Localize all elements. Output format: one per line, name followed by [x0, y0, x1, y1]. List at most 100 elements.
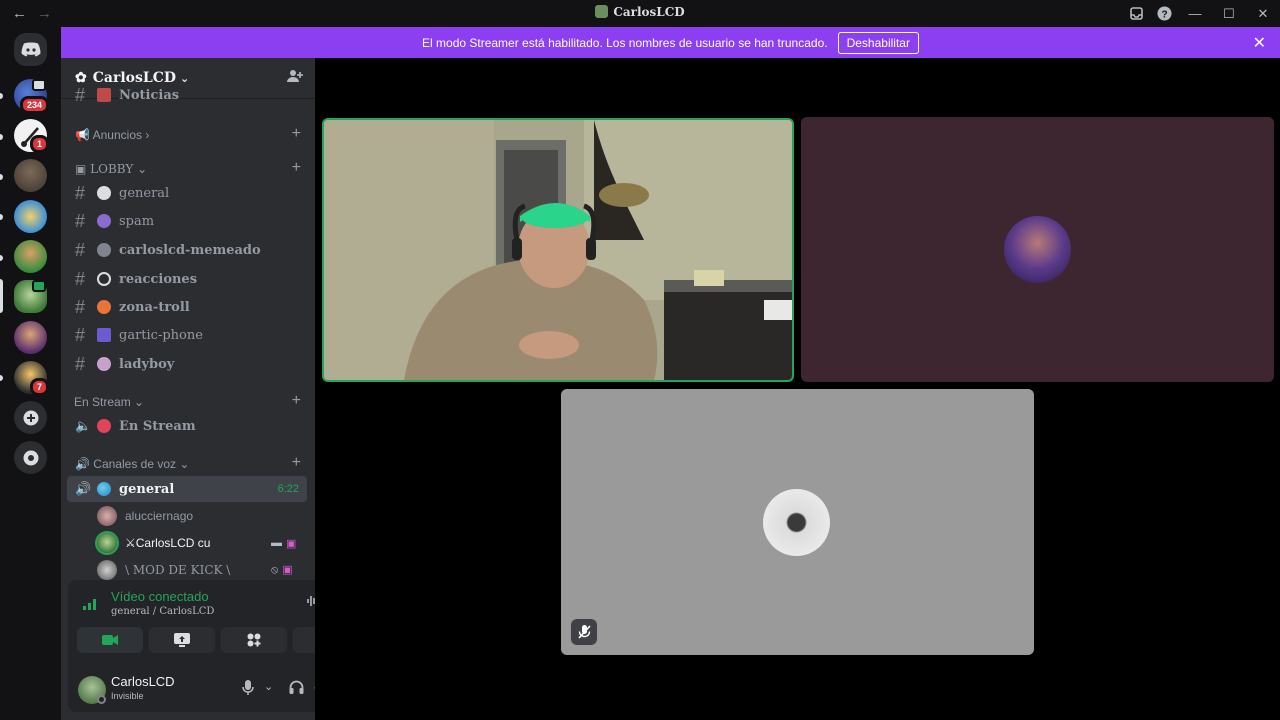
unread-pill	[0, 375, 3, 381]
camera-tile[interactable]	[322, 118, 794, 382]
voice-channel-general[interactable]: 🔊 general 6:22	[67, 476, 307, 502]
server-name: CarlosLCD	[92, 70, 176, 86]
phone-icon	[97, 328, 111, 342]
window-title: CarlosLCD	[0, 5, 1280, 19]
channel-reacciones[interactable]: # reacciones	[67, 266, 307, 292]
mention-badge: 234	[20, 96, 50, 114]
camera-toggle-button[interactable]	[77, 627, 143, 653]
channel-carloslcd-memeado[interactable]: # carloslcd-memeado	[67, 237, 307, 263]
help-icon[interactable]: ?	[1150, 0, 1178, 27]
inbox-icon[interactable]	[1122, 0, 1150, 27]
home-button[interactable]	[14, 33, 47, 66]
unread-pill	[0, 134, 3, 140]
invite-people-icon[interactable]	[287, 69, 303, 87]
channel-gartic-phone[interactable]: # gartic-phone	[67, 322, 307, 348]
webcam-feed	[324, 120, 792, 380]
connection-location[interactable]: general / CarlosLCD	[111, 606, 214, 617]
muted-mic-icon[interactable]	[571, 619, 597, 645]
gear-icon: ✿	[75, 70, 87, 86]
category-canales-de-voz[interactable]: 🔊 Canales de voz ⌄	[75, 457, 189, 471]
discover-button[interactable]	[14, 441, 47, 474]
disable-streamer-button[interactable]: Deshabilitar	[837, 31, 919, 54]
channel-spam[interactable]: # spam	[67, 208, 307, 234]
voice-user[interactable]: \ MOD DE KICK \ ⦸ ▣	[97, 558, 293, 582]
chevron-right-icon: ›	[145, 128, 150, 142]
svg-text:?: ?	[1161, 10, 1167, 21]
nitro-icon: ▣	[282, 563, 293, 576]
add-channel-icon[interactable]: +	[292, 159, 301, 177]
hash-icon: #	[75, 182, 86, 203]
chevron-down-icon[interactable]: ⌄	[264, 680, 273, 693]
close-window-icon[interactable]: ✕	[1246, 0, 1280, 27]
username[interactable]: CarlosLCD	[111, 674, 175, 689]
compass-icon	[23, 450, 38, 465]
nitro-icon: ▣	[286, 537, 297, 550]
wizard-icon	[97, 214, 111, 228]
soundboard-button[interactable]	[293, 627, 315, 653]
discord-logo-icon	[21, 42, 40, 57]
channel-sidebar: ✿ CarlosLCD ⌄ # Noticias 📢 Anuncios › + …	[61, 58, 315, 720]
selected-pill	[0, 279, 3, 313]
participant-tile[interactable]	[801, 117, 1274, 382]
close-icon[interactable]: ✕	[1253, 33, 1266, 53]
category-lobby[interactable]: ▣ LOBBY ⌄	[75, 162, 147, 176]
avatar	[97, 506, 117, 526]
voice-user[interactable]: alucciernago	[97, 504, 193, 528]
hash-icon: #	[75, 324, 86, 345]
hash-icon: #	[75, 210, 86, 231]
channel-general[interactable]: # general	[67, 180, 307, 206]
connection-status[interactable]: Vídeo conectado	[111, 589, 209, 604]
hash-icon: #	[75, 239, 86, 260]
screen-share-button[interactable]	[149, 627, 215, 653]
add-channel-icon[interactable]: +	[292, 454, 301, 472]
maximize-icon[interactable]: ☐	[1212, 0, 1246, 27]
server-icon-5[interactable]	[14, 240, 47, 273]
unread-pill	[0, 93, 3, 99]
activities-button[interactable]	[221, 627, 287, 653]
voice-user[interactable]: ⚔CarlosLCD cu ▬ ▣	[97, 531, 296, 555]
stream-indicator-icon	[32, 79, 46, 91]
add-channel-icon[interactable]: +	[292, 392, 301, 410]
banner-text: El modo Streamer está habilitado. Los no…	[422, 35, 828, 50]
server-icon-4[interactable]	[14, 200, 47, 233]
pumpkin-icon	[97, 300, 111, 314]
title-bar: ← → CarlosLCD ? — ☐ ✕	[0, 0, 1280, 27]
people-icon	[97, 357, 111, 371]
noise-suppression-icon[interactable]	[306, 594, 315, 611]
screen-share-icon	[174, 633, 190, 647]
server-list: 234 1 7	[0, 27, 60, 720]
minimize-icon[interactable]: —	[1178, 0, 1212, 27]
channel-en-stream[interactable]: 🔈 En Stream	[67, 413, 307, 439]
invisible-status-icon	[97, 695, 106, 704]
unread-pill	[0, 255, 3, 261]
participant-avatar	[763, 489, 830, 556]
speech-bubble-icon	[97, 186, 111, 200]
add-server-button[interactable]	[14, 401, 47, 434]
server-icon-7[interactable]	[14, 321, 47, 354]
channel-noticias[interactable]: # Noticias	[67, 86, 307, 104]
streamer-mode-banner: El modo Streamer está habilitado. Los no…	[61, 27, 1280, 58]
category-en-stream[interactable]: En Stream ⌄	[74, 395, 144, 409]
speaker-icon: 🔈	[75, 418, 92, 433]
call-duration: 6:22	[277, 483, 299, 495]
user-status-icons: ▬ ▣	[271, 537, 296, 550]
headphones-icon[interactable]	[289, 680, 304, 697]
channel-ladyboy[interactable]: # ladyboy	[67, 351, 307, 377]
video-stage	[315, 58, 1280, 720]
voice-indicator-icon	[32, 280, 46, 292]
chevron-down-icon: ⌄	[179, 457, 190, 471]
server-icon-3[interactable]	[14, 159, 47, 192]
microphone-icon[interactable]	[242, 680, 254, 698]
mention-badge: 1	[30, 135, 50, 153]
chevron-down-icon: ⌄	[137, 162, 148, 176]
user-status: Invisible	[111, 691, 144, 701]
video-camera-icon	[102, 635, 118, 645]
participant-tile[interactable]	[561, 389, 1034, 655]
add-channel-icon[interactable]: +	[292, 125, 301, 143]
channel-zona-troll[interactable]: # zona-troll	[67, 294, 307, 320]
chevron-down-icon: ⌄	[134, 395, 145, 409]
avatar	[97, 533, 117, 553]
hash-icon: #	[75, 268, 86, 289]
window-controls: ? — ☐ ✕	[1122, 0, 1280, 27]
category-anuncios[interactable]: 📢 Anuncios ›	[75, 128, 149, 142]
